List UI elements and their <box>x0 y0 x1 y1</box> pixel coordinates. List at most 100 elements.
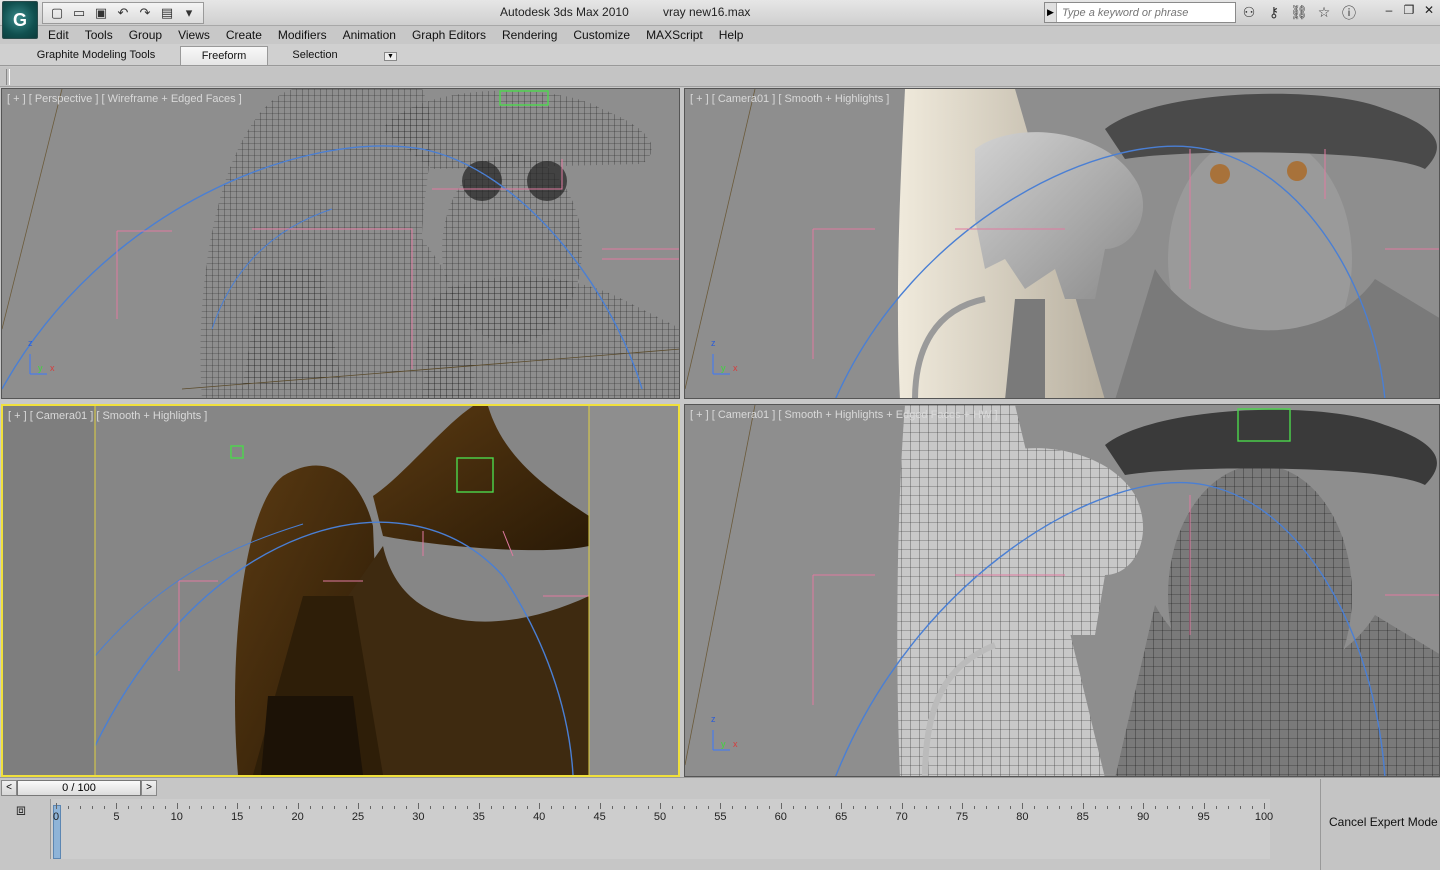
track-tick <box>1215 806 1217 809</box>
menu-group[interactable]: Group <box>121 26 170 44</box>
track-tick <box>1264 803 1265 809</box>
track-tick <box>974 806 976 809</box>
track-tick <box>442 806 444 809</box>
track-tick <box>116 803 118 809</box>
track-tick <box>732 806 734 809</box>
key-icon[interactable]: ⚷ <box>1263 3 1285 22</box>
app-logo-glyph: G <box>12 9 27 30</box>
track-tick <box>68 806 70 809</box>
viewport-camera-dark-scene <box>3 406 590 775</box>
track-tick <box>865 806 867 809</box>
svg-text:y: y <box>721 739 726 749</box>
new-icon[interactable]: ▢ <box>47 4 67 22</box>
track-tick <box>370 806 372 809</box>
track-tick-label: 15 <box>231 811 244 823</box>
viewport-label[interactable]: [ + ] [ Camera01 ] [ Smooth + Highlights… <box>690 93 889 105</box>
minimize-icon[interactable]: – <box>1382 3 1396 19</box>
undo-icon[interactable]: ↶ <box>113 4 133 22</box>
viewport-label[interactable]: [ + ] [ Camera01 ] [ Smooth + Highlights… <box>690 409 998 421</box>
redo-icon[interactable]: ↷ <box>135 4 155 22</box>
viewport-label[interactable]: [ + ] [ Perspective ] [ Wireframe + Edge… <box>7 93 242 105</box>
cancel-expert-mode-button[interactable]: Cancel Expert Mode <box>1329 815 1438 829</box>
track-tick <box>925 806 927 809</box>
track-tick-label: 80 <box>1016 811 1029 823</box>
ribbon-grip[interactable] <box>6 69 10 85</box>
track-tick <box>1070 806 1072 809</box>
track-tick-label: 45 <box>593 811 606 823</box>
track-tick <box>599 803 601 809</box>
menu-maxscript[interactable]: MAXScript <box>638 26 711 44</box>
track-tick <box>780 803 782 809</box>
track-tick-label: 90 <box>1137 811 1150 823</box>
track-tick <box>841 803 843 809</box>
track-tick-label: 10 <box>170 811 183 823</box>
track-tick <box>1022 803 1024 809</box>
menu-views[interactable]: Views <box>170 26 218 44</box>
axis-gizmo: z y x <box>28 338 55 375</box>
track-tick-label: 30 <box>412 811 425 823</box>
qa-dropdown-icon[interactable]: ▾ <box>179 4 199 22</box>
binoculars-icon[interactable]: ⚇ <box>1238 3 1260 22</box>
viewport-camera-edged[interactable]: [ + ] [ Camera01 ] [ Smooth + Highlights… <box>684 404 1440 777</box>
curve-editor-icon[interactable]: ⧈ <box>10 802 32 822</box>
menu-edit[interactable]: Edit <box>40 26 77 44</box>
prev-frame-icon[interactable]: < <box>1 780 17 796</box>
track-tick <box>539 803 541 809</box>
star-icon[interactable]: ☆ <box>1313 3 1335 22</box>
track-tick <box>466 806 468 809</box>
menu-graph-editors[interactable]: Graph Editors <box>404 26 494 44</box>
track-tick <box>937 806 939 809</box>
tab-graphite-modeling-tools[interactable]: Graphite Modeling Tools <box>28 46 164 65</box>
track-tick-label: 35 <box>472 811 485 823</box>
track-tick <box>792 806 794 809</box>
menu-tools[interactable]: Tools <box>77 26 121 44</box>
menu-rendering[interactable]: Rendering <box>494 26 565 44</box>
menu-create[interactable]: Create <box>218 26 270 44</box>
close-icon[interactable]: ✕ <box>1422 3 1436 19</box>
app-logo-button[interactable]: G <box>2 1 38 39</box>
file-name: vray new16.max <box>663 5 751 19</box>
viewport-camera-smooth[interactable]: [ + ] [ Camera01 ] [ Smooth + Highlights… <box>684 88 1440 399</box>
viewport-perspective[interactable]: [ + ] [ Perspective ] [ Wireframe + Edge… <box>1 88 680 399</box>
track-tick <box>1034 806 1036 809</box>
svg-text:x: x <box>733 739 738 749</box>
ribbon-dropdown-icon[interactable]: ▼ <box>384 52 397 61</box>
track-tick <box>1143 803 1145 809</box>
menu-animation[interactable]: Animation <box>335 26 404 44</box>
restore-icon[interactable]: ❐ <box>1402 3 1416 19</box>
track-tick-label: 85 <box>1076 811 1089 823</box>
next-frame-icon[interactable]: > <box>141 780 157 796</box>
track-tick <box>1106 806 1108 809</box>
search-box: ▶ <box>1044 2 1236 23</box>
help-icon[interactable]: ⓘ <box>1338 3 1360 22</box>
save-icon[interactable]: ▣ <box>91 4 111 22</box>
menu-help[interactable]: Help <box>711 26 752 44</box>
title-bar: G ▢ ▭ ▣ ↶ ↷ ▤ ▾ Autodesk 3ds Max 2010 vr… <box>0 0 1440 39</box>
svg-text:z: z <box>711 714 716 724</box>
time-slider[interactable]: 0 / 100 <box>17 780 141 796</box>
track-tick <box>213 806 215 809</box>
ribbon-panel <box>0 67 1440 87</box>
svg-text:y: y <box>721 363 726 373</box>
track-tick <box>418 803 420 809</box>
track-tick <box>478 803 480 809</box>
tab-freeform[interactable]: Freeform <box>180 46 268 65</box>
project-icon[interactable]: ▤ <box>157 4 177 22</box>
track-tick <box>829 806 831 809</box>
track-tick <box>889 806 891 809</box>
track-tick <box>1239 806 1241 809</box>
menu-customize[interactable]: Customize <box>565 26 638 44</box>
connect-icon[interactable]: ⛓ <box>1288 3 1310 22</box>
viewport-label[interactable]: [ + ] [ Camera01 ] [ Smooth + Highlights… <box>8 410 207 422</box>
menu-modifiers[interactable]: Modifiers <box>270 26 335 44</box>
svg-text:z: z <box>711 338 716 348</box>
track-area[interactable]: 0 5 10 15 20 25 30 35 40 45 50 55 60 65 70 75 80 85 90 95 10… <box>50 799 1273 859</box>
tab-selection[interactable]: Selection <box>282 46 348 65</box>
ribbon-tabs: Graphite Modeling Tools Freeform Selecti… <box>0 44 1440 66</box>
viewport-camera-dark[interactable]: [ + ] [ Camera01 ] [ Smooth + Highlights… <box>1 404 680 777</box>
search-expand-icon[interactable]: ▶ <box>1045 3 1057 22</box>
track-tick <box>623 806 625 809</box>
open-icon[interactable]: ▭ <box>69 4 89 22</box>
search-input[interactable] <box>1057 6 1233 19</box>
app-title: Autodesk 3ds Max 2010 <box>500 5 629 19</box>
